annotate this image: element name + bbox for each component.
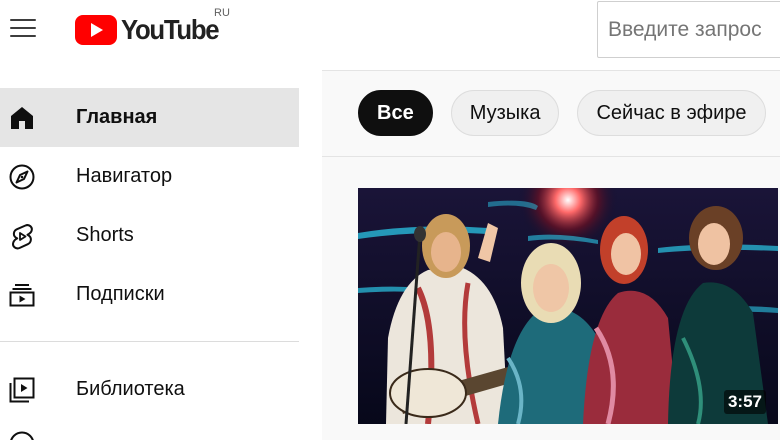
history-icon[interactable] <box>8 430 36 440</box>
home-icon <box>11 106 33 129</box>
sidebar: Главная Навигатор Shorts Подписки <box>0 88 299 324</box>
sidebar-item-shorts[interactable]: Shorts <box>0 206 299 265</box>
youtube-play-icon <box>75 15 117 45</box>
search-input[interactable] <box>598 2 780 57</box>
sidebar-item-explore[interactable]: Навигатор <box>0 147 299 206</box>
sidebar-item-label: Подписки <box>76 283 165 305</box>
thumbnail-image <box>358 188 778 424</box>
sidebar-item-library[interactable]: Библиотека <box>0 360 299 419</box>
sidebar-item-subscriptions[interactable]: Подписки <box>0 265 299 324</box>
chips-divider <box>322 156 780 157</box>
chip-music[interactable]: Музыка <box>450 90 560 136</box>
country-code: RU <box>214 7 230 19</box>
library-icon <box>9 377 35 402</box>
shorts-icon <box>12 223 33 249</box>
search-box[interactable] <box>597 1 780 58</box>
compass-icon <box>9 164 35 189</box>
sidebar-divider <box>0 341 299 342</box>
subscriptions-icon <box>9 283 35 306</box>
youtube-logo[interactable]: YouTube RU <box>75 7 230 47</box>
logo-text: YouTube <box>121 14 220 45</box>
sidebar-item-home[interactable]: Главная <box>0 88 299 147</box>
chip-live[interactable]: Сейчас в эфире <box>577 90 766 136</box>
menu-icon[interactable] <box>10 17 36 39</box>
video-duration: 3:57 <box>723 390 766 414</box>
sidebar-item-label: Главная <box>76 106 158 128</box>
sidebar-item-label: Навигатор <box>76 165 173 187</box>
chip-all[interactable]: Все <box>358 90 433 136</box>
filter-chips: Все Музыка Сейчас в эфире <box>358 90 766 136</box>
video-thumbnail[interactable]: 3:57 <box>358 188 778 424</box>
sidebar-item-label: Shorts <box>76 224 134 246</box>
sidebar-item-label: Библиотека <box>76 378 185 400</box>
